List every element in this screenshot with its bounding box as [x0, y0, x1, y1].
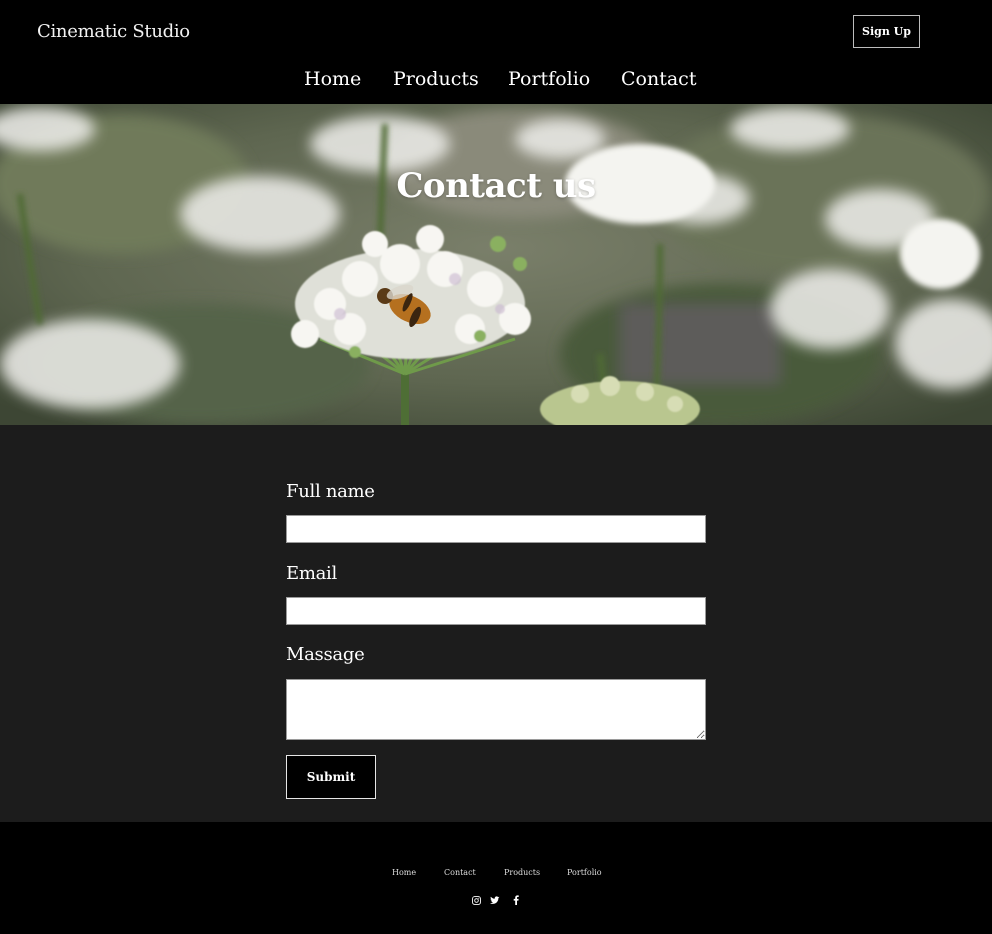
- page-title: Contact us: [396, 166, 596, 206]
- footer-link-portfolio[interactable]: Portfolio: [567, 868, 602, 877]
- hero-flower-image: [0, 104, 992, 425]
- nav-item-home[interactable]: Home: [304, 68, 361, 90]
- main-nav: Home Products Portfolio Contact: [0, 68, 992, 98]
- site-header: Cinematic Studio Sign Up Home Products P…: [0, 0, 992, 104]
- fullname-input[interactable]: [286, 515, 706, 543]
- email-label: Email: [286, 563, 337, 584]
- email-input[interactable]: [286, 597, 706, 625]
- signup-button[interactable]: Sign Up: [853, 15, 920, 48]
- contact-form: Full name Email Massage Submit: [0, 425, 992, 822]
- hero-banner: Contact us: [0, 104, 992, 425]
- twitter-icon[interactable]: [489, 894, 501, 906]
- facebook-icon[interactable]: [510, 894, 522, 906]
- brand-logo[interactable]: Cinematic Studio: [37, 21, 190, 42]
- footer-link-products[interactable]: Products: [504, 868, 540, 877]
- nav-item-products[interactable]: Products: [393, 68, 479, 90]
- footer-link-contact[interactable]: Contact: [444, 868, 476, 877]
- site-footer: Home Contact Products Portfolio: [0, 822, 992, 934]
- nav-item-portfolio[interactable]: Portfolio: [508, 68, 590, 90]
- message-textarea[interactable]: [286, 679, 706, 740]
- nav-item-contact[interactable]: Contact: [621, 68, 696, 90]
- footer-link-home[interactable]: Home: [392, 868, 416, 877]
- instagram-icon[interactable]: [470, 894, 482, 906]
- message-label: Massage: [286, 644, 365, 665]
- submit-button[interactable]: Submit: [286, 755, 376, 799]
- fullname-label: Full name: [286, 481, 375, 502]
